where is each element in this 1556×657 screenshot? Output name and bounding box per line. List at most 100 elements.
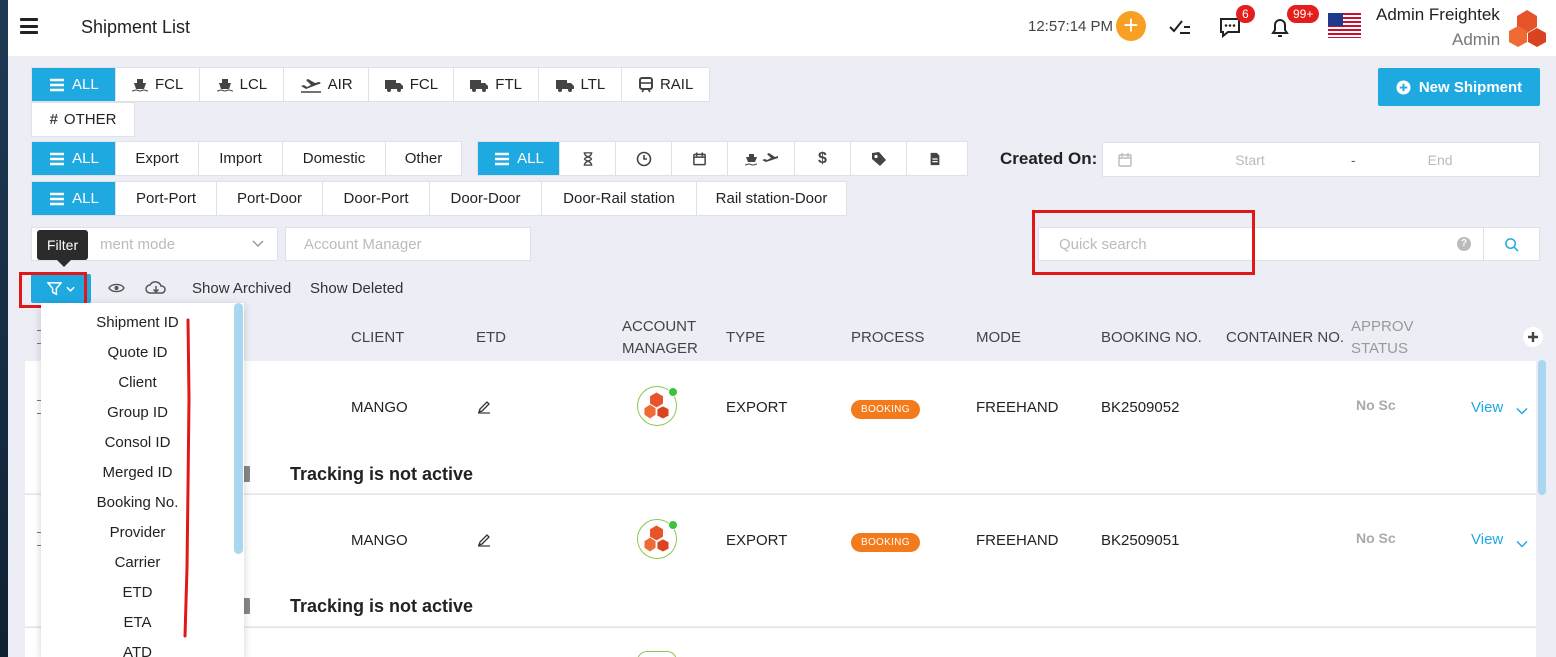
search-button[interactable] bbox=[1483, 227, 1540, 261]
route-tab-port-door[interactable]: Port-Door bbox=[217, 182, 323, 215]
filter-menu-scrollbar[interactable] bbox=[234, 303, 243, 554]
filter-option[interactable]: Quote ID bbox=[41, 337, 234, 367]
tasks-check-icon[interactable] bbox=[1166, 13, 1194, 41]
mode-tab-air[interactable]: AIR bbox=[284, 68, 369, 101]
column-header-client[interactable]: CLIENT bbox=[351, 329, 404, 346]
status-tab-billing[interactable]: $ bbox=[795, 142, 851, 175]
filter-button[interactable] bbox=[31, 274, 91, 303]
notifications-badge: 99+ bbox=[1287, 5, 1320, 23]
route-tab-port-port[interactable]: Port-Port bbox=[116, 182, 217, 215]
filter-option[interactable]: Group ID bbox=[41, 397, 234, 427]
mode-tab-rail[interactable]: RAIL bbox=[622, 68, 709, 101]
date-end-input[interactable]: End bbox=[1428, 152, 1468, 168]
process-badge: BOOKING bbox=[851, 533, 920, 552]
view-link[interactable]: View bbox=[1471, 531, 1503, 548]
filter-option[interactable]: Merged ID bbox=[41, 457, 234, 487]
row-booking-no[interactable]: BK2509051 bbox=[1101, 532, 1179, 549]
column-header-process[interactable]: PROCESS bbox=[851, 329, 924, 346]
status-tab-in-transit[interactable] bbox=[728, 142, 795, 175]
mode-tab-ftl[interactable]: FTL bbox=[454, 68, 539, 101]
chevron-down-icon[interactable] bbox=[1516, 402, 1528, 420]
edit-etd-icon[interactable] bbox=[477, 533, 491, 552]
status-tab-scheduled[interactable] bbox=[616, 142, 672, 175]
route-tab-rail-door[interactable]: Rail station-Door bbox=[697, 182, 846, 215]
chevron-down-icon[interactable] bbox=[1516, 535, 1528, 553]
new-shipment-button[interactable]: New Shipment bbox=[1378, 68, 1540, 106]
cloud-download-icon[interactable] bbox=[145, 279, 167, 302]
us-flag-icon[interactable] bbox=[1328, 13, 1361, 38]
filter-option[interactable]: Consol ID bbox=[41, 427, 234, 457]
filter-option[interactable]: Booking No. bbox=[41, 487, 234, 517]
mode-tab-lcl[interactable]: LCL bbox=[200, 68, 285, 101]
menu-icon[interactable] bbox=[20, 18, 38, 34]
help-icon[interactable]: ? bbox=[1457, 237, 1471, 251]
quick-add-button[interactable]: + bbox=[1116, 11, 1146, 41]
list-icon bbox=[50, 192, 65, 205]
account-manager-select[interactable]: Account Manager bbox=[285, 227, 531, 261]
show-archived-toggle[interactable]: Show Archived bbox=[192, 280, 291, 297]
status-tab-all[interactable]: ALL bbox=[478, 142, 560, 175]
column-header-mode[interactable]: MODE bbox=[976, 329, 1021, 346]
clock-time: 12:57:14 PM bbox=[1028, 18, 1114, 35]
filter-option[interactable]: ATD bbox=[41, 637, 234, 657]
filter-option[interactable]: ETA bbox=[41, 607, 234, 637]
mode-tab-all[interactable]: ALL bbox=[32, 68, 116, 101]
direction-tab-import[interactable]: Import bbox=[199, 142, 283, 175]
route-tab-all[interactable]: ALL bbox=[32, 182, 116, 215]
route-tab-door-door[interactable]: Door-Door bbox=[430, 182, 542, 215]
mode-tab-label: FCL bbox=[154, 76, 184, 93]
column-header-etd[interactable]: ETD bbox=[476, 329, 506, 346]
column-header-type[interactable]: TYPE bbox=[726, 329, 765, 346]
table-row[interactable] bbox=[25, 494, 1536, 626]
mode-tab-ltl[interactable]: LTL bbox=[539, 68, 623, 101]
direction-tab-other[interactable]: Other bbox=[386, 142, 461, 175]
route-tabs: ALL Port-Port Port-Door Door-Port Door-D… bbox=[31, 181, 847, 216]
show-deleted-toggle[interactable]: Show Deleted bbox=[310, 280, 403, 297]
view-link[interactable]: View bbox=[1471, 399, 1503, 416]
mode-tab-fcl-sea[interactable]: FCL bbox=[116, 68, 200, 101]
mode-tab-fcl-truck[interactable]: FCL bbox=[369, 68, 454, 101]
created-on-date-range[interactable]: Start - End bbox=[1102, 142, 1540, 177]
mode-tab-other[interactable]: # OTHER bbox=[32, 103, 134, 136]
plus-circle-icon bbox=[1396, 79, 1411, 95]
table-row[interactable] bbox=[25, 361, 1536, 493]
mode-tabs: ALL FCL LCL AIR FCL FTL LTL RAIL bbox=[31, 67, 710, 102]
company-logo-icon[interactable] bbox=[1506, 8, 1548, 48]
filter-option[interactable]: Carrier bbox=[41, 547, 234, 577]
left-edge-strip bbox=[0, 0, 8, 657]
direction-tab-export[interactable]: Export bbox=[116, 142, 199, 175]
route-tab-door-port[interactable]: Door-Port bbox=[323, 182, 430, 215]
column-header-approval-status[interactable]: APPROV STATUS bbox=[1351, 318, 1414, 357]
direction-tab-all[interactable]: ALL bbox=[32, 142, 116, 175]
filter-option[interactable]: Provider bbox=[41, 517, 234, 547]
status-tab-tagged[interactable] bbox=[851, 142, 907, 175]
route-tab-door-rail[interactable]: Door-Rail station bbox=[542, 182, 697, 215]
avatar[interactable] bbox=[637, 651, 677, 657]
clock-icon bbox=[636, 151, 651, 166]
calendar-icon bbox=[693, 151, 706, 165]
add-column-button[interactable] bbox=[1523, 327, 1543, 347]
row-booking-no[interactable]: BK2509052 bbox=[1101, 399, 1179, 416]
status-tab-pending[interactable] bbox=[560, 142, 616, 175]
column-header-container-no[interactable]: CONTAINER NO. bbox=[1226, 329, 1344, 346]
table-scrollbar[interactable] bbox=[1538, 360, 1546, 495]
column-header-booking-no[interactable]: BOOKING NO. bbox=[1101, 329, 1202, 346]
column-header-account-manager[interactable]: ACCOUNT MANAGER bbox=[622, 318, 698, 357]
direction-tab-domestic[interactable]: Domestic bbox=[283, 142, 386, 175]
filter-option[interactable]: Client bbox=[41, 367, 234, 397]
edit-etd-icon[interactable] bbox=[477, 400, 491, 419]
user-name[interactable]: Admin Freightek bbox=[1376, 5, 1500, 25]
truck-icon bbox=[470, 79, 489, 92]
avatar[interactable] bbox=[637, 386, 678, 426]
avatar[interactable] bbox=[637, 519, 678, 559]
quick-search-input[interactable]: Quick search ? bbox=[1038, 227, 1484, 261]
filter-option[interactable]: Shipment ID bbox=[41, 307, 234, 337]
status-tab-calendar[interactable] bbox=[672, 142, 728, 175]
date-start-input[interactable]: Start bbox=[1205, 152, 1295, 168]
filter-option[interactable]: ETD bbox=[41, 577, 234, 607]
eye-icon[interactable] bbox=[108, 281, 125, 300]
row-type: EXPORT bbox=[726, 399, 788, 416]
direction-tab-label: Domestic bbox=[302, 150, 366, 167]
table-row[interactable] bbox=[25, 627, 1536, 657]
status-tab-documents[interactable] bbox=[907, 142, 963, 175]
